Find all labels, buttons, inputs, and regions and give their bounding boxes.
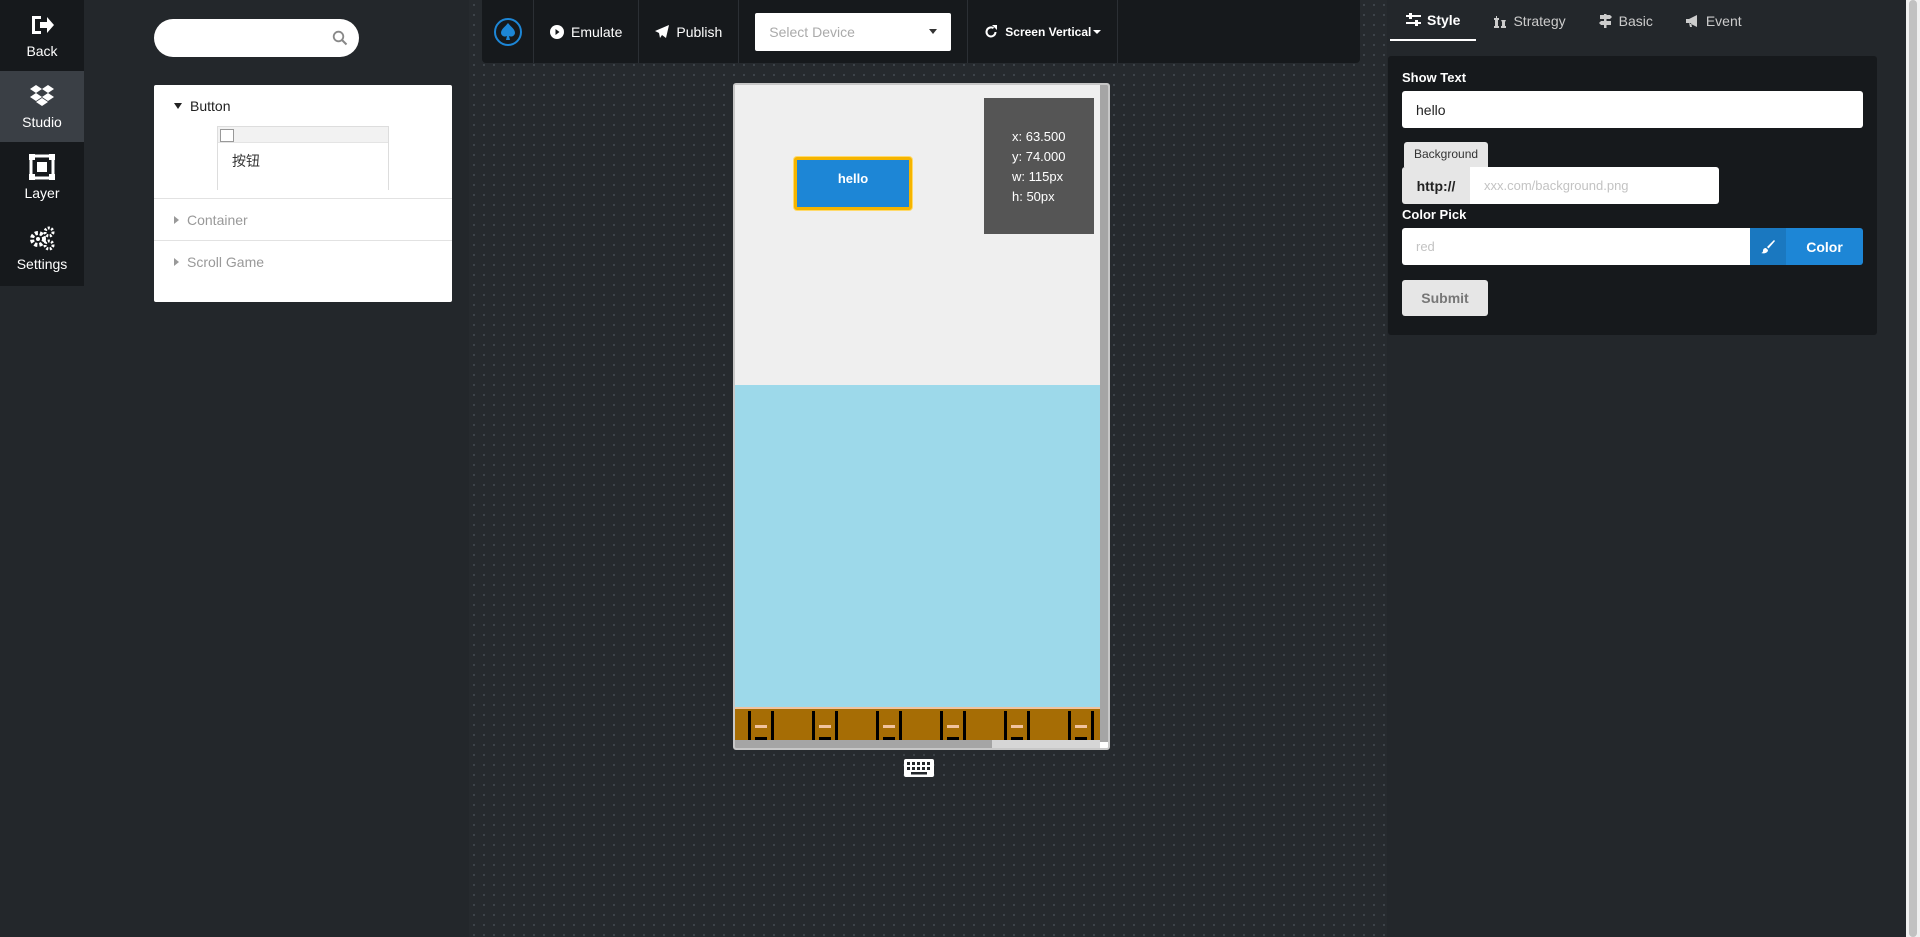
tab-style-label: Style (1427, 11, 1461, 28)
color-button[interactable]: Color (1750, 228, 1863, 265)
search-icon[interactable] (332, 30, 348, 46)
caret-right-icon (174, 257, 179, 266)
publish-label: Publish (676, 23, 723, 40)
component-group-scroll-game: Scroll Game (154, 241, 452, 282)
device-select-placeholder: Select Device (769, 23, 855, 40)
color-pick-group: Color (1402, 228, 1863, 265)
component-group-container: Container (154, 199, 452, 241)
nav-settings-label: Settings (16, 256, 68, 272)
emulate-label: Emulate (571, 23, 623, 40)
tab-strategy[interactable]: Strategy (1476, 0, 1581, 41)
component-group-label: Button (190, 97, 231, 114)
nav-layer-label: Layer (24, 185, 60, 201)
ground-brick (1004, 711, 1030, 742)
broken-image-icon (218, 127, 388, 143)
component-item-label: 按钮 (232, 153, 260, 169)
bullhorn-icon (1685, 14, 1697, 27)
nav-studio-label: Studio (22, 114, 62, 130)
device-select-wrap: Select Device (739, 0, 969, 63)
background-label: Background (1404, 142, 1489, 167)
tab-basic[interactable]: Basic (1582, 0, 1669, 41)
background-url-group: http:// (1402, 167, 1719, 204)
ground-brick (748, 711, 774, 742)
component-group-header[interactable]: Button (154, 85, 452, 126)
ground-brick (940, 711, 966, 742)
stage-selected-button[interactable]: hello (794, 157, 912, 210)
component-group-label: Scroll Game (187, 253, 265, 270)
component-group-header[interactable]: Container (154, 199, 452, 240)
coord-y: y: 74.000 (1012, 149, 1066, 164)
color-input[interactable] (1402, 228, 1750, 265)
tab-event-label: Event (1705, 12, 1742, 29)
page-scrollbar[interactable] (1906, 0, 1920, 937)
app-logo[interactable] (482, 0, 534, 63)
nav-studio[interactable]: Studio (0, 71, 84, 142)
screen-orientation-label: Screen Vertical (1005, 24, 1092, 39)
caret-down-icon (174, 102, 182, 109)
tab-basic-label: Basic (1618, 12, 1653, 29)
tab-event[interactable]: Event (1669, 0, 1758, 41)
color-pick-label: Color Pick (1402, 207, 1467, 222)
tab-style[interactable]: Style (1390, 0, 1477, 41)
nav-back-label: Back (26, 43, 58, 59)
coord-x: x: 63.500 (1012, 129, 1066, 144)
submit-label: Submit (1421, 290, 1469, 306)
coord-w: w: 115px (1012, 169, 1064, 184)
sign-out-icon (32, 16, 54, 34)
ground-brick (1068, 711, 1094, 742)
color-button-label: Color (1806, 238, 1843, 255)
caret-down-icon (929, 29, 938, 34)
caret-right-icon (174, 215, 179, 224)
sliders-icon (1406, 12, 1421, 26)
ground-brick (812, 711, 838, 742)
submit-button[interactable]: Submit (1402, 280, 1488, 316)
ground-brick (876, 711, 902, 742)
publish-button[interactable]: Publish (639, 0, 740, 63)
signpost-icon (1598, 13, 1612, 28)
spade-logo-icon (493, 17, 522, 46)
tab-strategy-label: Strategy (1513, 12, 1566, 29)
preview-horizontal-scrollbar[interactable] (735, 740, 1100, 748)
stage-ground (735, 707, 1100, 742)
paper-plane-icon (655, 24, 670, 38)
keyboard-icon[interactable] (903, 756, 935, 780)
nav-settings[interactable]: Settings (0, 213, 84, 284)
caret-down-icon (1093, 29, 1102, 34)
show-text-input[interactable] (1402, 91, 1863, 128)
stage-sky (735, 385, 1100, 707)
dropbox-icon (30, 85, 54, 106)
style-form: Show Text Background http:// Color Pick … (1388, 56, 1877, 335)
nav-layer[interactable]: Layer (0, 142, 84, 213)
emulate-button[interactable]: Emulate (534, 0, 640, 63)
background-url-input[interactable] (1470, 167, 1719, 204)
stage-button-label: hello (837, 171, 869, 186)
search-input[interactable] (168, 19, 328, 57)
device-select[interactable]: Select Device (755, 12, 952, 51)
component-search (154, 19, 359, 57)
coordinates-readout: x: 63.500 y: 74.000 w: 115px h: 50px (984, 98, 1094, 234)
component-item-button[interactable]: 按钮 (217, 126, 389, 190)
component-group-header[interactable]: Scroll Game (154, 241, 452, 282)
show-text-label: Show Text (1402, 70, 1467, 85)
component-group-button: Button 按钮 (154, 85, 452, 199)
nav-back[interactable]: Back (0, 0, 84, 71)
play-circle-icon (550, 24, 564, 39)
preview-vertical-scrollbar[interactable] (1100, 85, 1108, 742)
rotate-icon (985, 24, 998, 37)
component-panel: Button 按钮 Container Scroll Game (154, 85, 452, 302)
toolbar: Emulate Publish Select Device Screen Ver… (482, 0, 1360, 63)
screen-orientation-button[interactable]: Screen Vertical (968, 0, 1119, 63)
object-group-icon (29, 154, 55, 180)
chess-icon (1494, 15, 1507, 28)
property-tabs: Style Strategy Basic Event (1390, 0, 1758, 41)
device-preview: hello x: 63.500 y: 74.000 w: 115px h: 50… (733, 83, 1110, 750)
coord-h: h: 50px (1012, 189, 1055, 204)
url-prefix: http:// (1402, 167, 1470, 204)
cogs-icon (30, 226, 55, 251)
left-nav: Back Studio Layer Settings (0, 0, 84, 286)
component-group-label: Container (187, 211, 248, 228)
paint-brush-icon (1750, 228, 1786, 265)
